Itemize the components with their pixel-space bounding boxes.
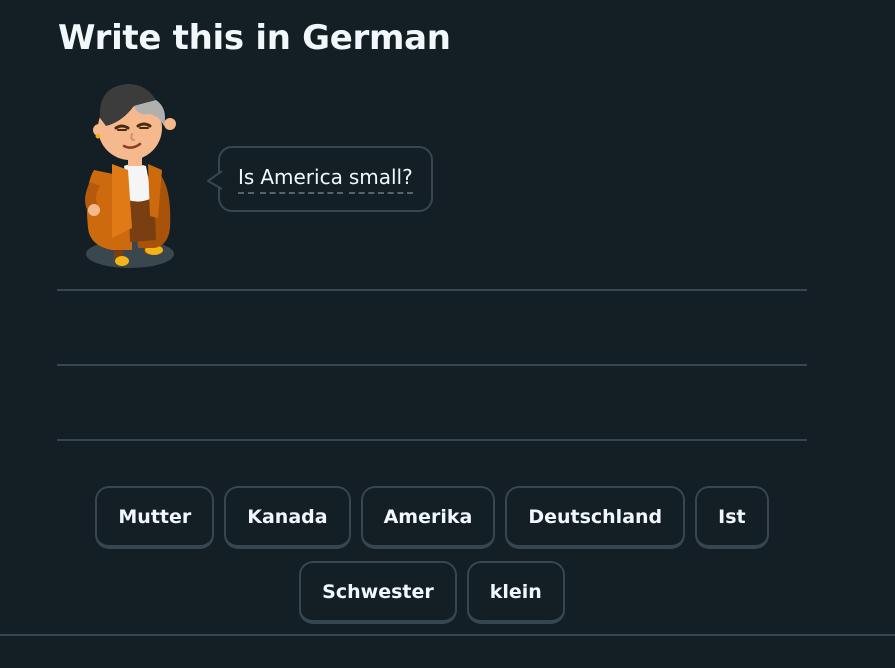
- exercise-title: Write this in German: [58, 18, 451, 58]
- character-icon: [85, 84, 176, 268]
- word-tile-schwester[interactable]: Schwester: [299, 561, 457, 624]
- speech-bubble: Is America small?: [207, 146, 433, 212]
- footer-divider: [0, 634, 895, 636]
- exercise-screen: Write this in German Is America small? M…: [0, 0, 895, 668]
- answer-line: [57, 439, 807, 441]
- prompt-word[interactable]: Is: [238, 165, 255, 194]
- word-tile-mutter[interactable]: Mutter: [95, 486, 215, 549]
- word-bank: Mutter Kanada Amerika Deutschland Ist Sc…: [57, 486, 807, 624]
- answer-line: [57, 289, 807, 291]
- word-tile-amerika[interactable]: Amerika: [360, 486, 496, 549]
- word-bank-row: Mutter Kanada Amerika Deutschland Ist: [95, 486, 769, 549]
- word-bank-row: Schwester klein: [299, 561, 565, 624]
- prompt-word[interactable]: America: [260, 165, 343, 194]
- prompt-word[interactable]: small?: [348, 165, 413, 194]
- speech-bubble-tail-icon: [207, 170, 223, 190]
- word-tile-deutschland[interactable]: Deutschland: [505, 486, 686, 549]
- prompt-sentence: Is America small?: [238, 165, 413, 194]
- word-tile-ist[interactable]: Ist: [695, 486, 769, 549]
- word-tile-klein[interactable]: klein: [466, 561, 565, 624]
- answer-line: [57, 364, 807, 366]
- word-tile-kanada[interactable]: Kanada: [224, 486, 351, 549]
